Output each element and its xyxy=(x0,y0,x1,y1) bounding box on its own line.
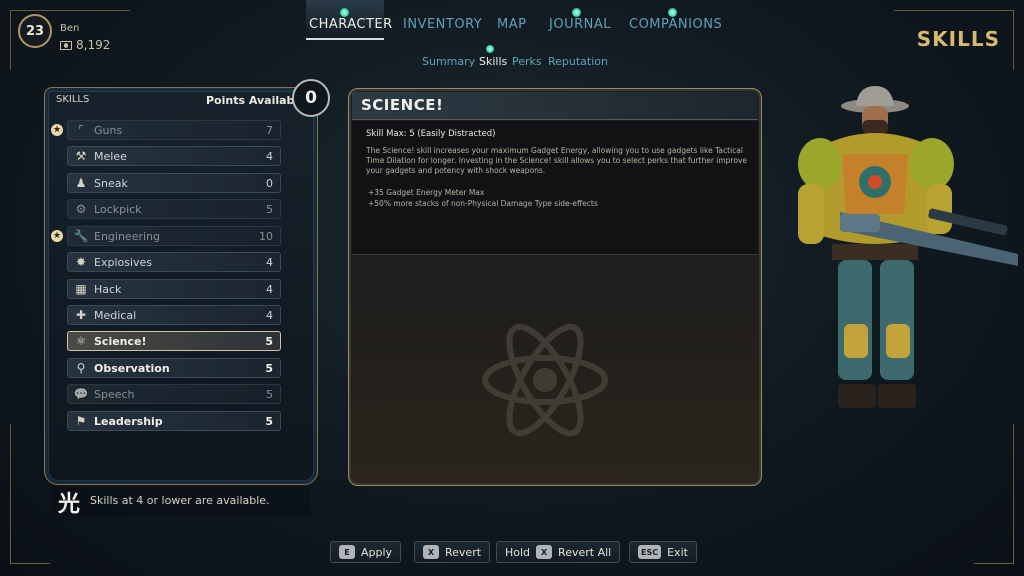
skill-value: 4 xyxy=(266,149,273,163)
player-level-badge: 23 xyxy=(18,14,52,48)
tab-character[interactable]: CHARACTER xyxy=(309,17,393,32)
skill-row-explosives[interactable]: ✸ Explosives 4 xyxy=(67,252,281,272)
gun-icon: ⌜ xyxy=(78,123,84,137)
wrench-icon: 🔧 xyxy=(73,229,89,243)
page-title: SKILLS xyxy=(916,27,1000,51)
skill-row-medical[interactable]: ✚ Medical 4 xyxy=(67,305,281,325)
speech-icon: 💬 xyxy=(73,387,89,401)
skills-panel-header: SKILLS xyxy=(56,94,90,105)
skill-name: Science! xyxy=(94,334,147,348)
skill-name: Leadership xyxy=(94,414,163,428)
subtab-reputation[interactable]: Reputation xyxy=(548,55,608,68)
skill-row-hack[interactable]: ▦ Hack 4 xyxy=(67,279,281,299)
revert-all-button[interactable]: Hold X Revert All xyxy=(496,541,621,563)
skill-name: Hack xyxy=(94,282,122,296)
skill-row-science[interactable]: ⚛ Science! 5 xyxy=(67,331,281,351)
skill-row-sneak[interactable]: ♟ Sneak 0 xyxy=(67,173,281,193)
skill-row-melee[interactable]: ⚒ Melee 4 xyxy=(67,146,281,166)
medical-icon: ✚ xyxy=(75,308,87,322)
skill-value: 4 xyxy=(266,255,273,269)
skill-value: 0 xyxy=(266,176,273,190)
favored-skill-icon: ★ xyxy=(51,124,63,136)
skills-notification-dot xyxy=(486,45,494,53)
skill-row-lockpick[interactable]: ⚙ Lockpick 5 xyxy=(67,199,281,219)
points-available-value: 0 xyxy=(292,79,330,117)
player-name: Ben xyxy=(60,23,80,34)
bit-icon xyxy=(60,40,72,50)
currency-display: 8,192 xyxy=(60,38,110,52)
skill-value: 10 xyxy=(259,229,273,243)
tab-journal[interactable]: JOURNAL xyxy=(549,17,611,32)
character-model xyxy=(798,86,1018,408)
skill-bonus: +50% more stacks of non-Physical Damage … xyxy=(368,199,598,208)
tab-companions[interactable]: COMPANIONS xyxy=(629,17,722,32)
currency-amount: 8,192 xyxy=(76,38,111,52)
skill-value: 5 xyxy=(265,361,273,375)
explosives-icon: ✸ xyxy=(75,255,87,269)
tab-inventory[interactable]: INVENTORY xyxy=(403,17,482,32)
lockpick-icon: ⚙ xyxy=(75,202,87,216)
atom-icon xyxy=(482,323,608,437)
availability-hint-text: Skills at 4 or lower are available. xyxy=(90,494,270,507)
skill-value: 4 xyxy=(266,282,273,296)
apply-button[interactable]: E Apply xyxy=(330,541,402,563)
key-hint: X xyxy=(536,545,553,559)
key-hint: X xyxy=(423,545,439,559)
button-label: Exit xyxy=(667,545,688,559)
melee-icon: ⚒ xyxy=(75,149,87,163)
skill-row-leadership[interactable]: ⚑ Leadership 5 xyxy=(67,411,281,431)
skill-name: Speech xyxy=(94,387,135,401)
exit-button[interactable]: ESC Exit xyxy=(629,541,697,563)
observation-icon: ⚲ xyxy=(76,361,86,375)
revert-button[interactable]: X Revert xyxy=(414,541,491,563)
skill-max-text: Skill Max: 5 (Easily Distracted) xyxy=(366,129,496,139)
skill-row-engineering[interactable]: 🔧 Engineering 10 xyxy=(67,226,281,246)
skill-name: Observation xyxy=(94,361,170,375)
skill-value: 4 xyxy=(266,308,273,322)
button-label: Revert All xyxy=(558,545,612,559)
key-hint: E xyxy=(339,545,355,559)
skill-value: 5 xyxy=(265,334,273,348)
skill-value: 7 xyxy=(266,123,273,137)
tab-map[interactable]: MAP xyxy=(497,17,526,32)
skill-description: The Science! skill increases your maximu… xyxy=(366,146,747,175)
skill-row-speech[interactable]: 💬 Speech 5 xyxy=(67,384,281,404)
companions-notification-dot xyxy=(668,8,677,17)
journal-notification-dot xyxy=(572,8,581,17)
sneak-icon: ♟ xyxy=(75,176,87,190)
favored-skill-icon: ★ xyxy=(51,230,63,242)
skill-name: Lockpick xyxy=(94,202,142,216)
detail-title: SCIENCE! xyxy=(361,96,444,114)
skill-name: Guns xyxy=(94,123,123,137)
subtab-skills[interactable]: Skills xyxy=(479,55,507,68)
skill-value: 5 xyxy=(266,387,273,401)
hack-icon: ▦ xyxy=(75,282,87,296)
key-hint: ESC xyxy=(638,545,662,559)
hint-icon: 光 xyxy=(58,492,81,517)
skill-name: Sneak xyxy=(94,176,128,190)
button-prefix: Hold xyxy=(505,545,531,559)
skill-value: 5 xyxy=(265,414,273,428)
button-label: Revert xyxy=(445,545,482,559)
character-notification-dot xyxy=(340,8,349,17)
skill-row-guns[interactable]: ⌜ Guns 7 xyxy=(67,120,281,140)
leadership-icon: ⚑ xyxy=(75,414,87,428)
skill-value: 5 xyxy=(266,202,273,216)
skill-bonus: +35 Gadget Energy Meter Max xyxy=(368,188,485,197)
skill-row-observation[interactable]: ⚲ Observation 5 xyxy=(67,358,281,378)
subtab-perks[interactable]: Perks xyxy=(512,55,542,68)
skill-name: Explosives xyxy=(94,255,153,269)
button-label: Apply xyxy=(361,545,393,559)
science-icon: ⚛ xyxy=(75,334,87,348)
skill-name: Engineering xyxy=(94,229,160,243)
subtab-summary[interactable]: Summary xyxy=(422,55,475,68)
skill-name: Melee xyxy=(94,149,127,163)
skill-name: Medical xyxy=(94,308,137,322)
